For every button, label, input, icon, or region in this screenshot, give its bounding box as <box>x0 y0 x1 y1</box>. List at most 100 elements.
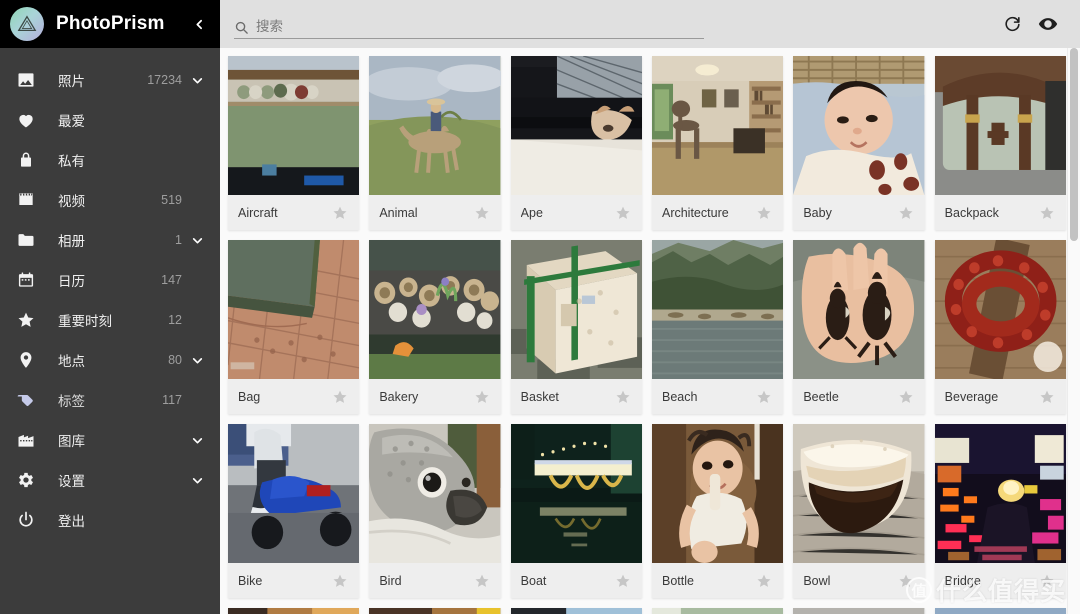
sidebar-item-9[interactable]: 标签 117 <box>0 380 220 420</box>
label-thumbnail[interactable] <box>651 240 784 379</box>
label-thumbnail[interactable] <box>228 56 360 195</box>
label-card[interactable] <box>651 608 784 614</box>
search-input[interactable] <box>256 19 704 35</box>
star-outline-icon[interactable] <box>753 570 775 592</box>
scrollbar-thumb[interactable] <box>1070 48 1078 241</box>
label-thumbnail[interactable] <box>228 240 360 379</box>
sidebar-item-12[interactable]: 登出 <box>0 500 220 540</box>
label-card[interactable]: Beverage <box>934 240 1066 414</box>
star-outline-icon[interactable] <box>1036 570 1058 592</box>
label-card[interactable]: Animal <box>369 56 501 230</box>
label-thumbnail[interactable] <box>369 608 501 614</box>
chevron-down-icon[interactable] <box>188 234 206 247</box>
label-card[interactable]: Boat <box>510 424 642 598</box>
refresh-icon[interactable] <box>994 6 1030 42</box>
label-thumbnail[interactable] <box>651 424 784 563</box>
label-thumbnail[interactable] <box>369 424 501 563</box>
label-card[interactable]: Bowl <box>793 424 925 598</box>
label-card[interactable]: Aircraft <box>228 56 360 230</box>
star-outline-icon[interactable] <box>329 386 351 408</box>
star-outline-icon[interactable] <box>329 202 351 224</box>
chevron-down-icon[interactable] <box>188 74 206 87</box>
label-card[interactable]: Bird <box>369 424 501 598</box>
star-outline-icon[interactable] <box>471 570 493 592</box>
star-outline-icon[interactable] <box>612 386 634 408</box>
star-outline-icon[interactable] <box>895 202 917 224</box>
search-field[interactable] <box>234 9 704 39</box>
star-outline-icon[interactable] <box>1036 386 1058 408</box>
label-card-title: Baby <box>803 205 832 220</box>
label-thumbnail[interactable] <box>228 608 360 614</box>
label-thumbnail[interactable] <box>510 56 642 195</box>
vertical-scrollbar[interactable] <box>1067 48 1080 614</box>
label-card-title: Animal <box>379 205 418 220</box>
chevron-down-icon[interactable] <box>188 434 206 447</box>
eye-icon[interactable] <box>1030 6 1066 42</box>
sidebar-item-4[interactable]: 视频 519 <box>0 180 220 220</box>
sidebar-item-7[interactable]: 重要时刻 12 <box>0 300 220 340</box>
star-outline-icon[interactable] <box>471 202 493 224</box>
label-thumbnail[interactable] <box>793 240 925 379</box>
label-thumbnail[interactable] <box>934 424 1066 563</box>
label-thumbnail[interactable] <box>228 424 360 563</box>
star-outline-icon[interactable] <box>329 570 351 592</box>
label-card[interactable]: Baby <box>793 56 925 230</box>
chevron-down-icon[interactable] <box>188 474 206 487</box>
label-thumbnail[interactable] <box>651 56 784 195</box>
label-thumbnail[interactable] <box>934 56 1066 195</box>
star-outline-icon[interactable] <box>612 202 634 224</box>
chevron-down-icon[interactable] <box>188 354 206 367</box>
label-card[interactable] <box>793 608 925 614</box>
sidebar-item-6[interactable]: 日历 147 <box>0 260 220 300</box>
star-outline-icon[interactable] <box>471 386 493 408</box>
label-card[interactable] <box>934 608 1066 614</box>
label-card[interactable]: Backpack <box>934 56 1066 230</box>
label-card[interactable]: Architecture <box>651 56 784 230</box>
star-outline-icon[interactable] <box>753 202 775 224</box>
main-content: Aircraft Animal Ape Architecture Baby Backpac… <box>220 0 1080 614</box>
label-grid: Aircraft Animal Ape Architecture Baby Backpac… <box>228 56 1066 614</box>
label-thumbnail[interactable] <box>510 240 642 379</box>
sidebar-item-label: 重要时刻 <box>58 314 112 329</box>
label-thumbnail[interactable] <box>934 240 1066 379</box>
label-card[interactable]: Basket <box>510 240 642 414</box>
star-outline-icon[interactable] <box>612 570 634 592</box>
star-outline-icon[interactable] <box>895 386 917 408</box>
sidebar-item-count: 519 <box>161 193 182 207</box>
label-thumbnail[interactable] <box>793 608 925 614</box>
sidebar-item-11[interactable]: 设置 <box>0 460 220 500</box>
sidebar-item-1[interactable]: 照片 17234 <box>0 60 220 100</box>
star-outline-icon[interactable] <box>753 386 775 408</box>
sidebar-item-label: 标签 <box>58 394 85 409</box>
label-thumbnail[interactable] <box>369 56 501 195</box>
label-grid-scroll-area[interactable]: Aircraft Animal Ape Architecture Baby Backpac… <box>220 48 1080 614</box>
label-thumbnail[interactable] <box>369 240 501 379</box>
sidebar-item-2[interactable]: 最爱 <box>0 100 220 140</box>
label-card[interactable]: Ape <box>510 56 642 230</box>
label-thumbnail[interactable] <box>793 56 925 195</box>
sidebar-item-5[interactable]: 相册 1 <box>0 220 220 260</box>
label-thumbnail[interactable] <box>510 608 642 614</box>
label-card[interactable]: Beach <box>651 240 784 414</box>
label-thumbnail[interactable] <box>510 424 642 563</box>
label-card[interactable]: Bike <box>228 424 360 598</box>
label-card[interactable] <box>369 608 501 614</box>
sidebar-item-10[interactable]: 图库 <box>0 420 220 460</box>
star-outline-icon[interactable] <box>1036 202 1058 224</box>
label-card[interactable] <box>228 608 360 614</box>
label-thumbnail[interactable] <box>934 608 1066 614</box>
sidebar-item-count: 12 <box>168 313 182 327</box>
label-thumbnail[interactable] <box>651 608 784 614</box>
label-thumbnail[interactable] <box>793 424 925 563</box>
label-card[interactable]: Bag <box>228 240 360 414</box>
label-card[interactable] <box>510 608 642 614</box>
label-card[interactable]: Bridge <box>934 424 1066 598</box>
sidebar-item-3[interactable]: 私有 <box>0 140 220 180</box>
label-card[interactable]: Bakery <box>369 240 501 414</box>
label-card[interactable]: Bottle <box>651 424 784 598</box>
label-card[interactable]: Beetle <box>793 240 925 414</box>
sidebar-item-8[interactable]: 地点 80 <box>0 340 220 380</box>
label-card-footer: Baby <box>793 195 925 230</box>
star-outline-icon[interactable] <box>895 570 917 592</box>
chevron-left-icon[interactable] <box>186 4 212 44</box>
